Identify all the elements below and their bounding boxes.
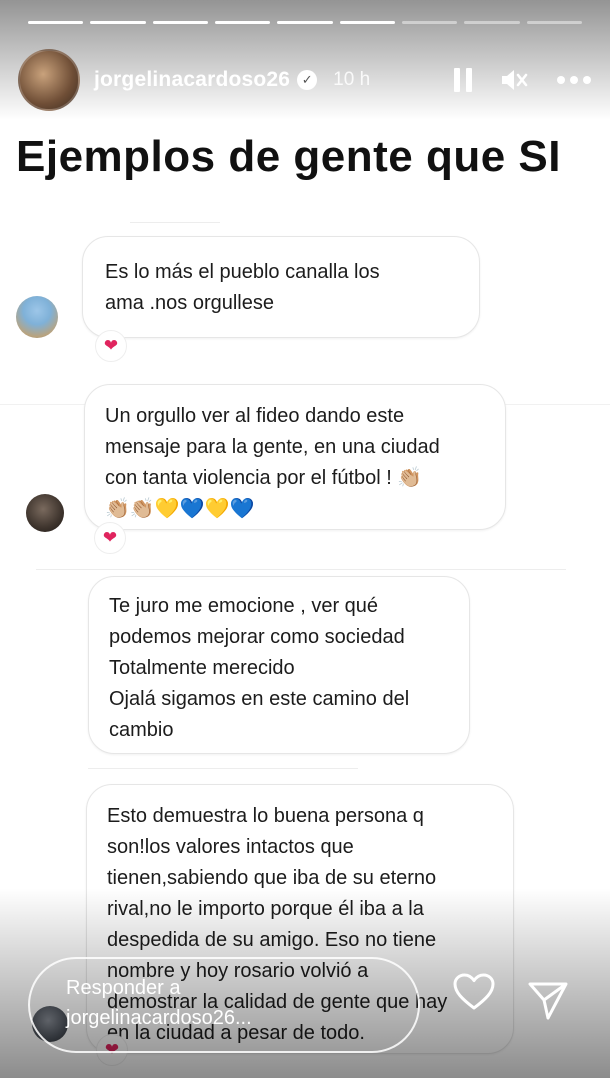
progress-segment — [339, 21, 395, 24]
reply-placeholder-line1: Responder a — [66, 977, 181, 999]
username[interactable]: jorgelinacardoso26 — [94, 68, 290, 92]
divider — [130, 222, 220, 223]
profile-avatar[interactable] — [18, 49, 80, 111]
divider — [36, 569, 566, 570]
verified-badge-icon: ✓ — [297, 70, 318, 90]
more-icon[interactable] — [556, 75, 592, 85]
story-progress-bar — [28, 21, 582, 24]
heart-reaction-icon: ❤ — [94, 522, 126, 554]
post-time: 10 h — [333, 69, 371, 90]
story-header: jorgelinacardoso26 ✓ 10 h — [18, 49, 592, 111]
divider — [88, 768, 358, 769]
commenter-avatar — [16, 296, 58, 338]
reply-input[interactable]: Responder a jorgelinacardoso26... — [28, 957, 420, 1053]
comment-bubble: Es lo más el pueblo canalla los ama .nos… — [82, 236, 480, 338]
commenter-avatar — [26, 494, 64, 532]
progress-segment — [28, 21, 84, 24]
comment-text: Es lo más el pueblo canalla los ama .nos… — [105, 261, 380, 314]
comment-text: Te juro me emocione , ver qué podemos me… — [109, 595, 410, 741]
progress-segment — [152, 21, 208, 24]
progress-segment — [90, 21, 146, 24]
pause-icon[interactable] — [454, 68, 472, 92]
like-heart-icon[interactable] — [452, 972, 496, 1012]
comment-bubble: Te juro me emocione , ver qué podemos me… — [88, 576, 470, 754]
progress-segment — [464, 21, 520, 24]
heart-reaction-icon: ❤ — [95, 330, 127, 362]
progress-segment — [526, 21, 582, 24]
comment-bubble: Un orgullo ver al fideo dando este mensa… — [84, 384, 506, 530]
progress-segment — [214, 21, 271, 24]
story-viewer: Ejemplos de gente que SI Es lo más el pu… — [0, 0, 610, 1078]
comment-text: Un orgullo ver al fideo dando este mensa… — [105, 405, 440, 520]
mute-icon[interactable] — [500, 67, 528, 93]
progress-segment — [401, 21, 458, 24]
reply-placeholder-line2: jorgelinacardoso26... — [66, 1007, 252, 1029]
progress-segment — [277, 21, 333, 24]
send-icon[interactable] — [526, 980, 570, 1020]
headline: Ejemplos de gente que SI — [16, 132, 562, 181]
